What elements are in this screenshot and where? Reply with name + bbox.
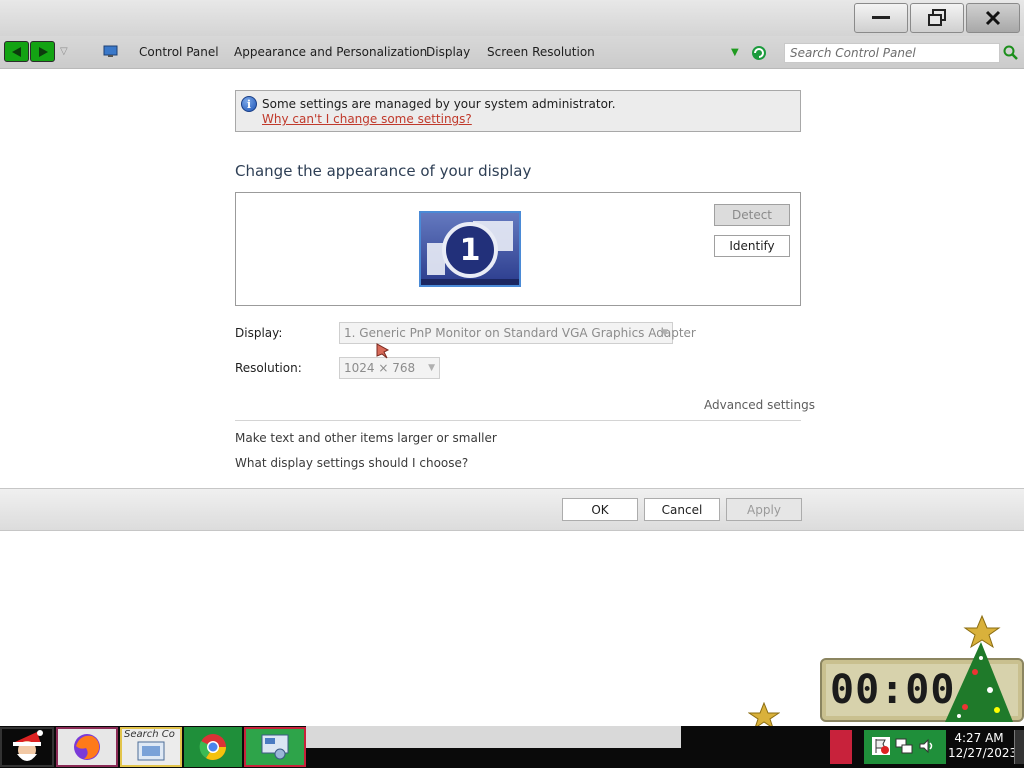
christmas-tree-icon	[935, 612, 1024, 726]
forward-arrow-icon	[38, 46, 48, 57]
tray-date: 12/27/2023	[948, 746, 1018, 760]
close-button[interactable]	[966, 3, 1020, 33]
detect-button[interactable]: Detect	[714, 204, 790, 226]
control-panel-taskbar-icon	[137, 741, 165, 761]
section-divider	[235, 420, 801, 421]
text-size-link[interactable]: Make text and other items larger or smal…	[235, 431, 497, 445]
refresh-icon[interactable]	[750, 44, 768, 62]
network-icon[interactable]	[895, 737, 913, 755]
info-icon: i	[241, 96, 257, 112]
taskbar-empty-space	[306, 726, 681, 748]
breadcrumb-screen-resolution[interactable]: Screen Resolution	[487, 45, 595, 59]
why-cant-change-link[interactable]: Why can't I change some settings?	[262, 112, 472, 126]
dialog-button-bar	[0, 488, 1024, 531]
gold-star-icon	[747, 701, 781, 730]
tray-divider-ribbon	[830, 730, 852, 764]
action-center-flag-icon[interactable]	[872, 737, 890, 755]
chevron-down-icon: ▼	[661, 328, 668, 338]
forward-button[interactable]	[30, 41, 55, 62]
taskbar-chrome[interactable]	[184, 727, 242, 767]
close-icon	[985, 10, 1001, 26]
resolution-select[interactable]: 1024 × 768 ▼	[339, 357, 440, 379]
back-button[interactable]	[4, 41, 29, 62]
display-settings-icon	[261, 734, 289, 760]
volume-icon[interactable]	[918, 737, 936, 755]
tray-clock[interactable]: 4:27 AM 12/27/2023	[948, 731, 1018, 761]
start-button[interactable]	[0, 727, 54, 767]
taskbar-firefox[interactable]	[56, 727, 118, 767]
taskbar-display-settings[interactable]	[244, 727, 306, 767]
display-select-value: 1. Generic PnP Monitor on Standard VGA G…	[344, 326, 696, 340]
search-icon[interactable]	[1003, 45, 1019, 61]
back-arrow-icon	[11, 46, 21, 57]
admin-notice-text: Some settings are managed by your system…	[262, 97, 616, 111]
apply-button[interactable]: Apply	[726, 498, 802, 521]
show-desktop-button[interactable]	[1014, 730, 1024, 764]
recent-pages-chevron-icon[interactable]: ▽	[60, 46, 68, 57]
santa-start-icon	[13, 730, 43, 761]
display-help-link[interactable]: What display settings should I choose?	[235, 456, 468, 470]
address-dropdown-icon[interactable]: ▼	[731, 47, 739, 58]
display-label: Display:	[235, 326, 283, 340]
restore-button[interactable]	[910, 3, 964, 33]
taskbar-control-panel[interactable]: Search Co	[120, 727, 182, 767]
mouse-cursor-icon	[376, 343, 390, 359]
firefox-icon	[74, 734, 100, 760]
minimize-button[interactable]	[854, 3, 908, 33]
chrome-icon	[199, 734, 227, 761]
resolution-select-value: 1024 × 768	[344, 361, 416, 375]
breadcrumb-appearance[interactable]: Appearance and Personalization	[234, 45, 427, 59]
page-title: Change the appearance of your display	[235, 162, 532, 180]
resolution-label: Resolution:	[235, 361, 302, 375]
monitor-number-badge: 1	[442, 222, 498, 278]
breadcrumb-control-panel[interactable]: Control Panel	[139, 45, 219, 59]
search-input[interactable]: Search Control Panel	[784, 43, 1000, 63]
identify-button[interactable]: Identify	[714, 235, 790, 257]
tray-time: 4:27 AM	[954, 731, 1004, 745]
restore-icon	[928, 9, 946, 26]
ok-button[interactable]: OK	[562, 498, 638, 521]
display-select[interactable]: 1. Generic PnP Monitor on Standard VGA G…	[339, 322, 696, 344]
control-panel-icon	[103, 45, 118, 58]
taskbar-thumbnail-label: Search Co	[124, 729, 175, 740]
breadcrumb-display[interactable]: Display	[426, 45, 470, 59]
minimize-icon	[872, 16, 890, 19]
chevron-down-icon: ▼	[428, 363, 435, 373]
cancel-button[interactable]: Cancel	[644, 498, 720, 521]
advanced-settings-link[interactable]: Advanced settings	[704, 398, 815, 412]
